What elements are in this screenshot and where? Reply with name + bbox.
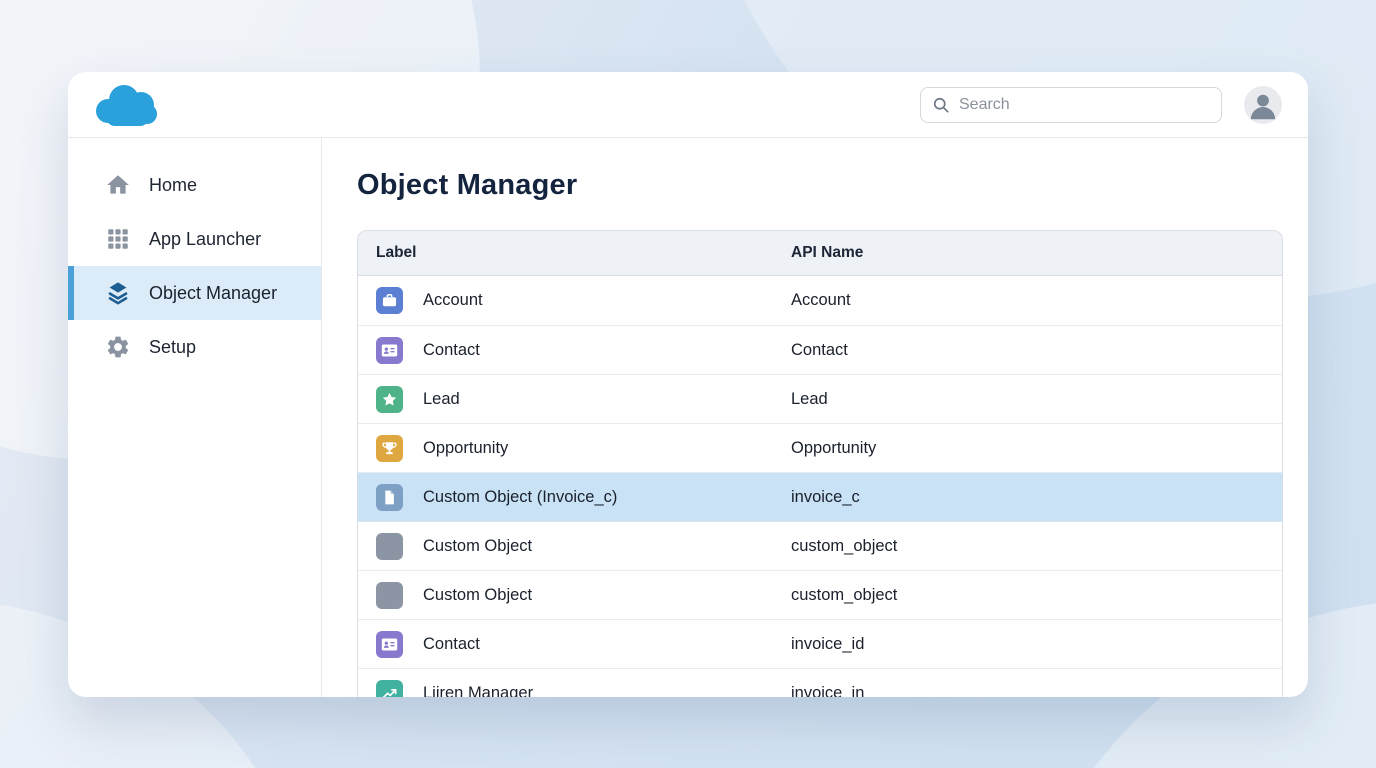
object-label: Custom Object	[423, 537, 532, 556]
contact-card-icon	[376, 631, 403, 658]
api-name-cell: Opportunity	[791, 439, 1282, 458]
user-avatar-icon[interactable]	[1244, 86, 1282, 124]
sidebar-item-app-launcher[interactable]: App Launcher	[68, 212, 321, 266]
api-name-cell: invoice_c	[791, 488, 1282, 507]
object-label: Liiren Manager	[423, 684, 533, 698]
sidebar-item-label: App Launcher	[149, 229, 261, 250]
object-api-name: Opportunity	[791, 439, 876, 457]
object-label: Custom Object (Invoice_c)	[423, 488, 617, 507]
label-cell: Custom Object (Invoice_c)	[358, 484, 791, 511]
file-icon	[376, 484, 403, 511]
api-name-cell: invoice_id	[791, 635, 1282, 654]
table-header: Label API Name	[358, 231, 1282, 276]
layers-icon	[376, 533, 403, 560]
table-row[interactable]: Custom Object (Invoice_c) invoice_c	[358, 472, 1282, 521]
cloud-logo-icon	[94, 82, 160, 128]
object-api-name: Lead	[791, 390, 828, 408]
trophy-icon	[376, 435, 403, 462]
object-api-name: custom_object	[791, 537, 897, 555]
label-cell: Contact	[358, 631, 791, 658]
table-row[interactable]: Account Account	[358, 276, 1282, 325]
layers-icon	[105, 280, 131, 306]
api-name-cell: custom_object	[791, 586, 1282, 605]
label-cell: Contact	[358, 337, 791, 364]
sidebar-item-object-manager[interactable]: Object Manager	[68, 266, 321, 320]
api-name-cell: custom_object	[791, 537, 1282, 556]
object-label: Contact	[423, 635, 480, 654]
label-cell: Liiren Manager	[358, 680, 791, 698]
api-name-cell: Contact	[791, 341, 1282, 360]
star-icon	[376, 386, 403, 413]
api-name-cell: invoice_in	[791, 684, 1282, 698]
active-accent-bar	[68, 320, 74, 374]
sidebar-item-setup[interactable]: Setup	[68, 320, 321, 374]
trending-up-icon	[376, 680, 403, 698]
table-row[interactable]: Lead Lead	[358, 374, 1282, 423]
table-row[interactable]: Custom Object custom_object	[358, 521, 1282, 570]
table-row[interactable]: Contact invoice_id	[358, 619, 1282, 668]
object-api-name: invoice_c	[791, 488, 860, 506]
gear-icon	[105, 334, 131, 360]
layers-icon	[376, 582, 403, 609]
contact-card-icon	[376, 337, 403, 364]
sidebar-item-home[interactable]: Home	[68, 158, 321, 212]
sidebar: Home App Launcher Object Manager Setup	[68, 138, 322, 697]
object-api-name: invoice_id	[791, 635, 864, 653]
label-cell: Custom Object	[358, 582, 791, 609]
label-cell: Opportunity	[358, 435, 791, 462]
object-api-name: Account	[791, 291, 851, 309]
home-icon	[105, 172, 131, 198]
object-label: Opportunity	[423, 439, 508, 458]
active-accent-bar	[68, 266, 74, 320]
search-icon	[931, 95, 951, 115]
page-title: Object Manager	[357, 168, 1283, 202]
sidebar-item-label: Home	[149, 175, 197, 196]
object-label: Lead	[423, 390, 460, 409]
sidebar-item-label: Setup	[149, 337, 196, 358]
object-api-name: Contact	[791, 341, 848, 359]
active-accent-bar	[68, 158, 74, 212]
object-api-name: invoice_in	[791, 684, 864, 698]
app-window: Home App Launcher Object Manager Setup O…	[68, 72, 1308, 697]
label-cell: Lead	[358, 386, 791, 413]
column-header-label: Label	[358, 244, 791, 262]
object-table: Label API Name Account Account Contact C…	[357, 230, 1283, 697]
main-content: Object Manager Label API Name Account Ac…	[322, 138, 1308, 697]
object-label: Account	[423, 291, 483, 310]
sidebar-item-label: Object Manager	[149, 283, 277, 304]
label-cell: Account	[358, 287, 791, 314]
table-row[interactable]: Custom Object custom_object	[358, 570, 1282, 619]
top-bar	[68, 72, 1308, 138]
search-input[interactable]	[920, 87, 1222, 123]
object-api-name: custom_object	[791, 586, 897, 604]
table-row[interactable]: Contact Contact	[358, 325, 1282, 374]
api-name-cell: Lead	[791, 390, 1282, 409]
object-label: Custom Object	[423, 586, 532, 605]
object-label: Contact	[423, 341, 480, 360]
label-cell: Custom Object	[358, 533, 791, 560]
api-name-cell: Account	[791, 291, 1282, 310]
app-grid-icon	[105, 226, 131, 252]
table-row[interactable]: Liiren Manager invoice_in	[358, 668, 1282, 697]
column-header-api-name: API Name	[791, 244, 1282, 262]
table-row[interactable]: Opportunity Opportunity	[358, 423, 1282, 472]
active-accent-bar	[68, 212, 74, 266]
briefcase-icon	[376, 287, 403, 314]
